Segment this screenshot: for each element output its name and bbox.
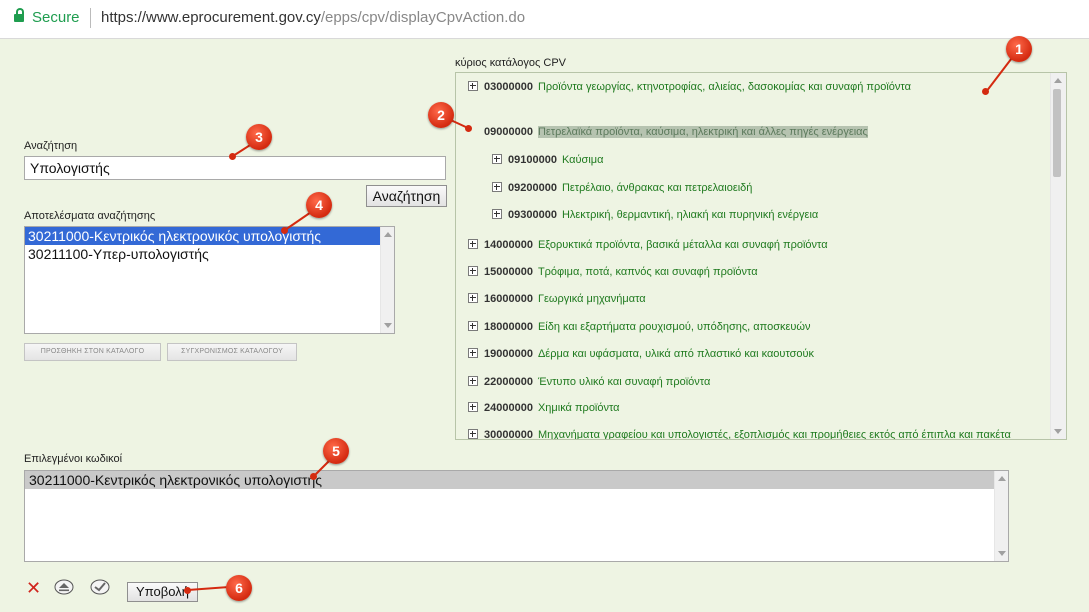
cpv-row[interactable]: 16000000 Γεωργικά μηχανήματα <box>468 293 646 305</box>
callout-5: 5 <box>323 438 349 464</box>
cpv-code: 15000000 <box>484 266 533 278</box>
cpv-row-expanded[interactable]: 09000000 Πετρελαϊκά προϊόντα, καύσιμα, ηλ… <box>468 126 868 138</box>
callout-4: 4 <box>306 192 332 218</box>
annotation-dot <box>281 227 288 234</box>
cpv-row-child[interactable]: 09300000 Ηλεκτρική, θερμαντική, ηλιακή κα… <box>492 209 818 221</box>
annotation-dot <box>184 587 191 594</box>
cpv-desc[interactable]: Δέρμα και υφάσματα, υλικά από πλαστικό κ… <box>538 348 814 360</box>
cpv-desc[interactable]: Τρόφιμα, ποτά, καπνός και συναφή προϊόντ… <box>538 266 758 278</box>
cpv-desc[interactable]: Καύσιμα <box>562 154 604 166</box>
selected-code-item[interactable]: 30211000-Κεντρικός ηλεκτρονικός υπολογισ… <box>25 471 994 489</box>
url-text[interactable]: https://www.eprocurement.gov.cy/epps/cpv… <box>101 9 525 26</box>
cpv-code: 09100000 <box>508 154 557 166</box>
cpv-code: 09300000 <box>508 209 557 221</box>
cpv-code: 14000000 <box>484 239 533 251</box>
cpv-row[interactable]: 03000000 Προϊόντα γεωργίας, κτηνοτροφίας,… <box>468 81 911 93</box>
scroll-up-icon[interactable] <box>1054 78 1062 83</box>
callout-1: 1 <box>1006 36 1032 62</box>
add-to-catalog-button[interactable]: ΠΡΟΣΘΗΚΗ ΣΤΟΝ ΚΑΤΑΛΟΓΟ <box>24 343 161 361</box>
cpv-code: 18000000 <box>484 321 533 333</box>
expand-icon[interactable] <box>468 429 478 439</box>
results-scrollbar[interactable] <box>380 227 394 333</box>
selected-label: Επιλεγμένοι κωδικοί <box>24 453 123 465</box>
search-label: Αναζήτηση <box>24 140 78 152</box>
scroll-thumb[interactable] <box>1053 89 1061 177</box>
expand-icon[interactable] <box>468 376 478 386</box>
cpv-code: 03000000 <box>484 81 533 93</box>
cpv-desc[interactable]: Εξορυκτικά προϊόντα, βασικά μέταλλα και … <box>538 239 828 251</box>
cpv-code: 09200000 <box>508 182 557 194</box>
cpv-row[interactable]: 22000000 Έντυπο υλικό και συναφή προϊόντα <box>468 376 710 388</box>
result-item[interactable]: 30211100-Υπερ-υπολογιστής <box>25 245 394 263</box>
cpv-row[interactable]: 30000000 Μηχανήματα γραφείου και υπολογισ… <box>468 429 1011 440</box>
annotation-dot <box>465 125 472 132</box>
address-separator <box>90 8 91 28</box>
expand-icon[interactable] <box>468 402 478 412</box>
cpv-code: 22000000 <box>484 376 533 388</box>
cpv-desc[interactable]: Μηχανήματα γραφείου και υπολογιστές, εξο… <box>538 429 1011 439</box>
cpv-row-child[interactable]: 09200000 Πετρέλαιο, άνθρακας και πετρελαι… <box>492 182 752 194</box>
expand-icon[interactable] <box>468 321 478 331</box>
check-icon[interactable] <box>90 579 110 595</box>
expand-icon[interactable] <box>468 348 478 358</box>
selected-codes-list[interactable]: 30211000-Κεντρικός ηλεκτρονικός υπολογισ… <box>24 470 1009 562</box>
cpv-code: 16000000 <box>484 293 533 305</box>
expand-icon[interactable] <box>492 209 502 219</box>
eject-icon[interactable] <box>54 579 74 595</box>
cpv-code: 30000000 <box>484 429 533 440</box>
annotation-dot <box>982 88 989 95</box>
annotation-dot <box>310 473 317 480</box>
secure-label: Secure <box>32 9 80 26</box>
cpv-code: 19000000 <box>484 348 533 360</box>
callout-2: 2 <box>428 102 454 128</box>
selected-scrollbar[interactable] <box>994 471 1008 561</box>
expand-icon[interactable] <box>492 182 502 192</box>
address-bar[interactable]: Secure https://www.eprocurement.gov.cy/e… <box>0 0 1089 39</box>
cpv-row[interactable]: 24000000 Χημικά προϊόντα <box>468 402 620 414</box>
url-main: https://www.eprocurement.gov.cy <box>101 9 321 26</box>
annotation-dot <box>229 153 236 160</box>
cpv-desc[interactable]: Είδη και εξαρτήματα ρουχισμού, υπόδησης,… <box>538 321 811 333</box>
cpv-desc[interactable]: Γεωργικά μηχανήματα <box>538 293 646 305</box>
cpv-row[interactable]: 18000000 Είδη και εξαρτήματα ρουχισμού, υ… <box>468 321 811 333</box>
cpv-tree[interactable]: 03000000 Προϊόντα γεωργίας, κτηνοτροφίας,… <box>455 72 1067 440</box>
expand-icon[interactable] <box>468 293 478 303</box>
cpv-row[interactable]: 15000000 Τρόφιμα, ποτά, καπνός και συναφή… <box>468 266 758 278</box>
url-path: /epps/cpv/displayCpvAction.do <box>320 9 526 26</box>
cpv-label: κύριος κατάλογος CPV <box>455 57 567 69</box>
search-results-list[interactable]: 30211000-Κεντρικός ηλεκτρονικός υπολογισ… <box>24 226 395 334</box>
expand-icon[interactable] <box>492 154 502 164</box>
scroll-down-icon[interactable] <box>384 323 392 328</box>
result-item-selected[interactable]: 30211000-Κεντρικός ηλεκτρονικός υπολογισ… <box>25 227 394 245</box>
x-icon[interactable]: ✕ <box>26 578 41 599</box>
cpv-desc[interactable]: Προϊόντα γεωργίας, κτηνοτροφίας, αλιείας… <box>538 81 911 93</box>
scroll-down-icon[interactable] <box>1054 429 1062 434</box>
cpv-desc[interactable]: Ηλεκτρική, θερμαντική, ηλιακή και πυρηνι… <box>562 209 818 221</box>
expand-icon[interactable] <box>468 81 478 91</box>
cpv-row[interactable]: 14000000 Εξορυκτικά προϊόντα, βασικά μέτα… <box>468 239 828 251</box>
scroll-down-icon[interactable] <box>998 551 1006 556</box>
callout-6: 6 <box>226 575 252 601</box>
expand-icon[interactable] <box>468 239 478 249</box>
cpv-desc[interactable]: Πετρέλαιο, άνθρακας και πετρελαιοειδή <box>562 182 752 194</box>
search-button[interactable]: Αναζήτηση <box>366 185 447 207</box>
lock-icon <box>14 8 24 22</box>
cpv-desc-highlighted[interactable]: Πετρελαϊκά προϊόντα, καύσιμα, ηλεκτρική … <box>537 126 868 138</box>
cpv-row-child[interactable]: 09100000 Καύσιμα <box>492 154 603 166</box>
search-input[interactable] <box>24 156 446 180</box>
cpv-scrollbar[interactable] <box>1050 73 1066 439</box>
cpv-desc[interactable]: Χημικά προϊόντα <box>538 402 620 414</box>
cpv-desc[interactable]: Έντυπο υλικό και συναφή προϊόντα <box>538 376 710 388</box>
cpv-code: 09000000 <box>484 126 533 138</box>
sync-catalog-button[interactable]: ΣΥΓΧΡΟΝΙΣΜΟΣ ΚΑΤΑΛΟΓΟΥ <box>167 343 297 361</box>
callout-3: 3 <box>246 124 272 150</box>
cpv-row[interactable]: 19000000 Δέρμα και υφάσματα, υλικά από πλ… <box>468 348 814 360</box>
results-label: Αποτελέσματα αναζήτησης <box>24 210 156 222</box>
expand-icon[interactable] <box>468 266 478 276</box>
cpv-code: 24000000 <box>484 402 533 414</box>
scroll-up-icon[interactable] <box>384 232 392 237</box>
scroll-up-icon[interactable] <box>998 476 1006 481</box>
